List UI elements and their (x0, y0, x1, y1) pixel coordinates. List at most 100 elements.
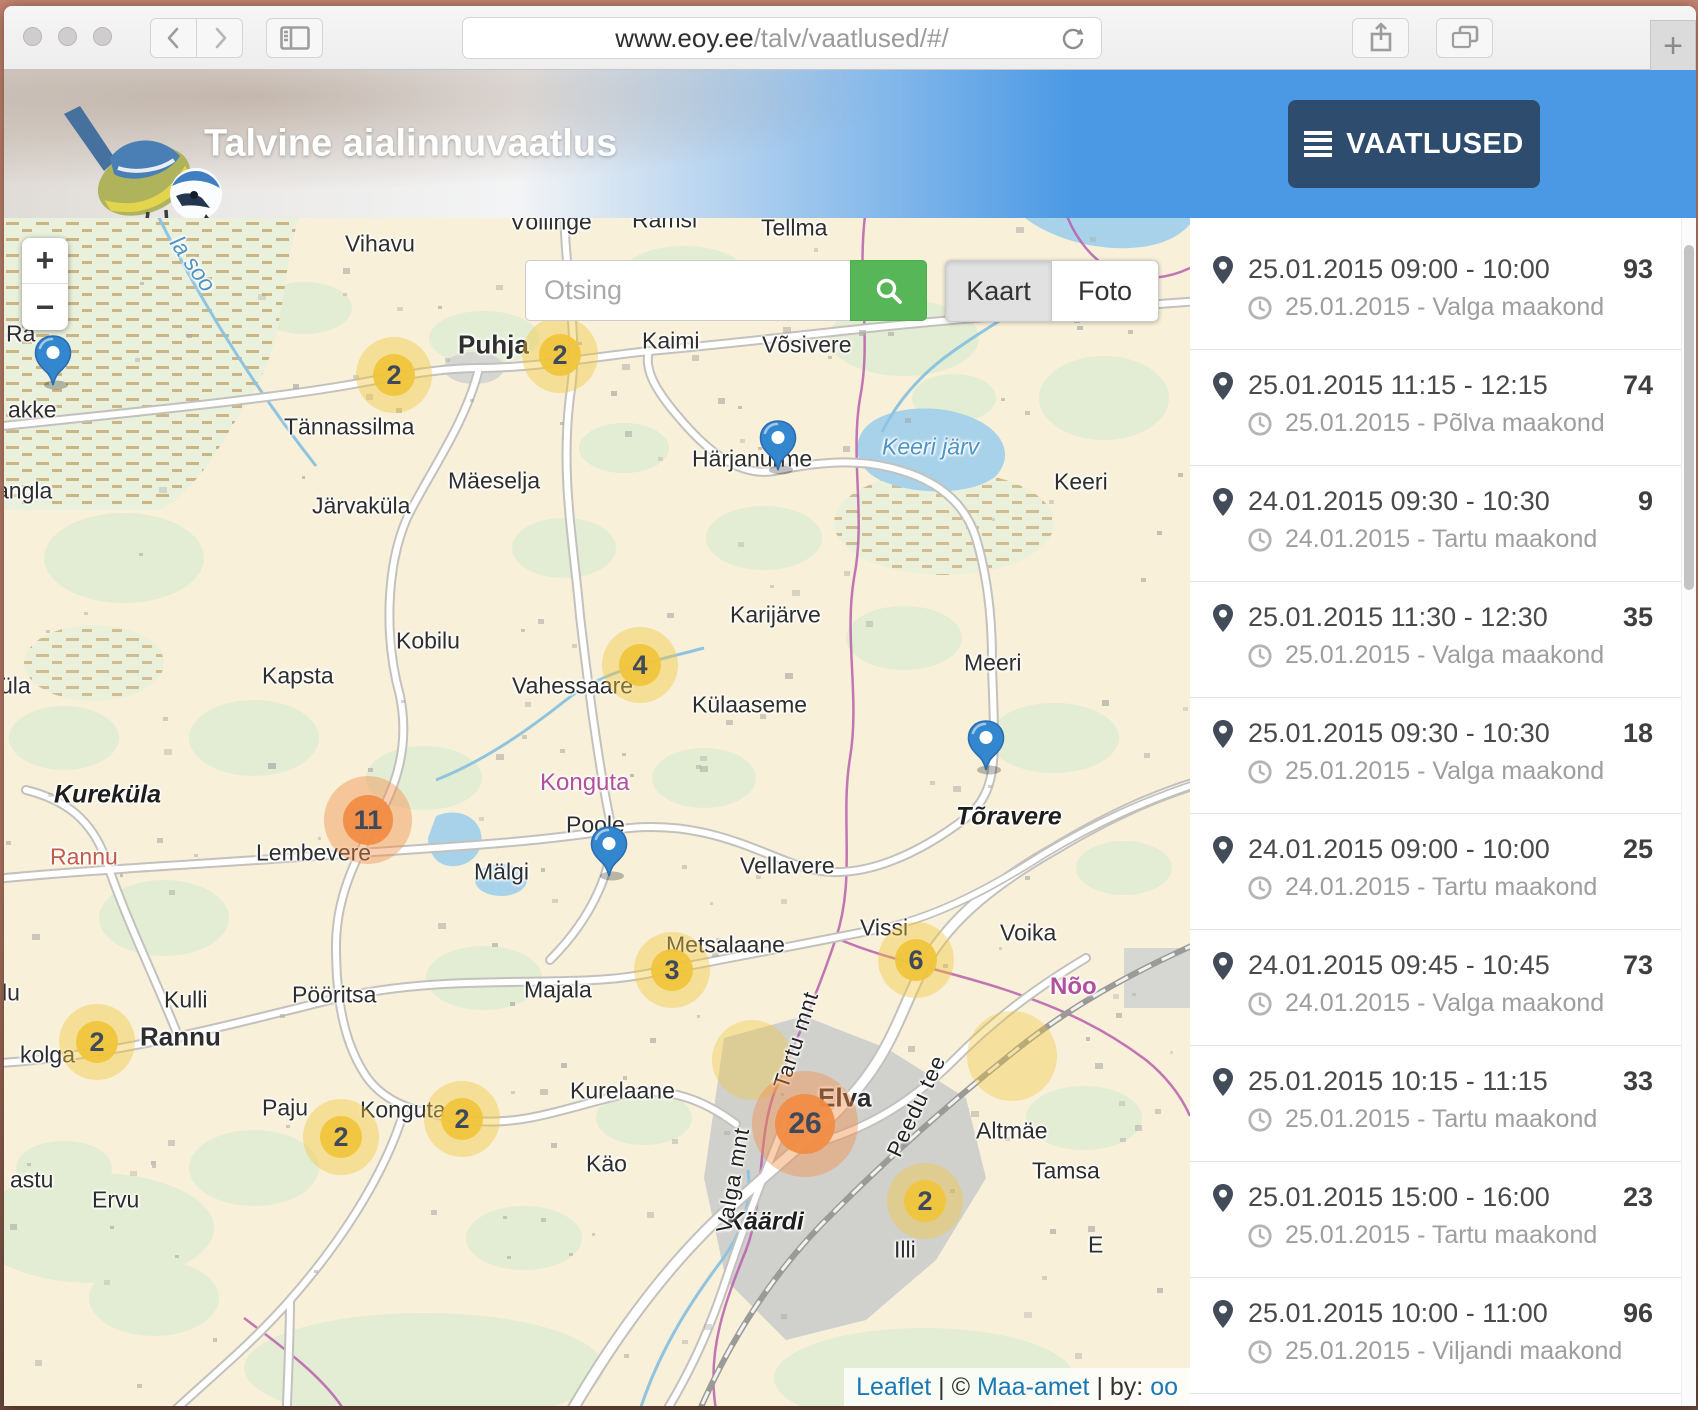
observation-title: 25.01.2015 11:15 - 12:15 (1248, 370, 1548, 401)
cluster-marker[interactable]: 2 (441, 1098, 483, 1140)
cluster-marker[interactable]: 4 (619, 644, 661, 686)
search-button[interactable] (850, 260, 927, 321)
traffic-light-zoom-button[interactable] (93, 27, 112, 46)
new-tab-button[interactable]: + (1650, 20, 1696, 70)
search-input[interactable] (525, 260, 850, 321)
foto-layer-button[interactable]: Foto (1052, 260, 1159, 322)
map-label: Konguta (540, 769, 629, 797)
map-label: Tamsa (1032, 1158, 1100, 1185)
forward-button[interactable] (196, 18, 243, 58)
cluster-marker[interactable]: 2 (373, 354, 415, 396)
location-pin-icon (1213, 604, 1233, 632)
observation-item[interactable]: 25.01.2015 11:15 - 12:15 74 25.01.2015 - P… (1190, 350, 1681, 466)
map-label: Nõo (1050, 973, 1097, 1001)
map-label: angla (4, 478, 52, 505)
layer-switcher: KaartFoto (945, 260, 1159, 322)
map-label: Külaaseme (692, 692, 807, 719)
map-label: Tõravere (956, 803, 1062, 832)
observation-title: 25.01.2015 11:30 - 12:30 (1248, 602, 1548, 633)
zoom-out-button[interactable]: − (22, 284, 68, 330)
cluster-marker[interactable]: 2 (904, 1180, 946, 1222)
share-button[interactable] (1352, 18, 1409, 58)
cluster-marker[interactable]: 2 (320, 1116, 362, 1158)
clock-icon (1248, 992, 1272, 1016)
observation-item[interactable]: 24.01.2015 09:00 - 10:002524.01.2015 - T… (1190, 814, 1681, 930)
sidebar-scrollbar[interactable] (1681, 218, 1696, 1406)
map-label: Kaimi (642, 328, 700, 355)
pin-marker[interactable] (588, 825, 630, 881)
observation-count: 33 (1623, 1066, 1653, 1097)
observation-item[interactable]: 25.01.2015 09:30 - 10:301825.01.2015 - V… (1190, 698, 1681, 814)
map-label: Mäeselja (448, 468, 540, 495)
map-label: Järvaküla (312, 493, 410, 520)
attribution-link[interactable]: Leaflet (856, 1373, 931, 1402)
map-label: üla (4, 673, 31, 700)
url-host: www.eoy.ee (615, 23, 753, 54)
location-pin-icon (1213, 1184, 1233, 1212)
observation-item[interactable]: 25.01.2015 10:15 - 11:153325.01.2015 - T… (1190, 1046, 1681, 1162)
chevron-left-icon (161, 23, 187, 53)
map-label: Illi (894, 1237, 916, 1264)
observation-subtitle: 25.01.2015 - Põlva maakond (1285, 409, 1605, 438)
traffic-light-close-button[interactable] (23, 27, 42, 46)
browser-toolbar: www.eoy.ee/talv/vaatlused/#/ + (4, 6, 1696, 70)
pin-marker[interactable] (965, 719, 1007, 775)
kaart-layer-button[interactable]: Kaart (945, 260, 1052, 322)
cluster-marker[interactable]: 2 (76, 1021, 118, 1063)
observation-item[interactable]: 24.01.2015 09:45 - 10:457324.01.2015 - V… (1190, 930, 1681, 1046)
map-zoom-control: + − (22, 238, 68, 330)
vaatlused-button[interactable]: VAATLUSED (1288, 100, 1540, 188)
reload-button[interactable] (1059, 25, 1087, 60)
attribution-link[interactable]: oo (1150, 1373, 1178, 1402)
cluster-marker[interactable]: 2 (539, 334, 581, 376)
observation-title: 24.01.2015 09:45 - 10:45 (1248, 950, 1550, 981)
cluster-marker[interactable]: 6 (895, 939, 937, 981)
map-label: Tännassilma (284, 414, 414, 441)
observation-title: 24.01.2015 09:30 - 10:30 (1248, 486, 1550, 517)
observation-subtitle: 24.01.2015 - Valga maakond (1285, 989, 1604, 1018)
cluster-marker[interactable]: 26 (775, 1094, 835, 1154)
zoom-in-button[interactable]: + (22, 238, 68, 284)
clock-icon (1248, 296, 1272, 320)
clock-icon (1248, 1224, 1272, 1248)
scrollbar-thumb[interactable] (1684, 245, 1694, 590)
sidebar-toggle-button[interactable] (266, 18, 323, 58)
cluster-marker[interactable]: 11 (343, 795, 393, 845)
map-label: Võsivere (762, 332, 851, 359)
pin-marker[interactable] (757, 419, 799, 475)
observation-count: 18 (1623, 718, 1653, 749)
observation-item[interactable]: 24.01.2015 09:30 - 10:30924.01.2015 - Ta… (1190, 466, 1681, 582)
observation-count: 74 (1623, 370, 1653, 401)
map-label: Tellma (761, 218, 827, 242)
map-label: Võllinge (510, 218, 592, 236)
page-title: Talvine aialinnuvaatlus (204, 123, 617, 166)
map-label: Rämsi (632, 218, 697, 234)
observation-title: 25.01.2015 10:00 - 11:00 (1248, 1298, 1548, 1329)
observation-item[interactable]: 25.01.2015 15:00 - 16:002325.01.2015 - T… (1190, 1162, 1681, 1278)
map-canvas[interactable]: VõllingeRämsiTellmaVihavula sooRaPuhjaKa… (4, 218, 1190, 1406)
back-button[interactable] (150, 18, 197, 58)
show-tabs-button[interactable] (1436, 18, 1493, 58)
map-label: Meeri (964, 650, 1022, 677)
traffic-light-minimize-button[interactable] (58, 27, 77, 46)
observation-item[interactable]: 25.01.2015 09:00 - 10:009325.01.2015 - V… (1190, 234, 1681, 350)
map-label: Kulli (164, 987, 207, 1014)
map-attribution: Leaflet | © Maa-amet | by: oo (844, 1368, 1190, 1406)
share-icon (1368, 22, 1394, 54)
url-field[interactable]: www.eoy.ee/talv/vaatlused/#/ (462, 17, 1102, 59)
pin-marker[interactable] (32, 334, 74, 390)
observation-subtitle: 25.01.2015 - Viljandi maakond (1285, 1337, 1622, 1366)
sidebar-icon (280, 26, 310, 50)
observation-item[interactable]: 25.01.2015 11:30 - 12:303525.01.2015 - V… (1190, 582, 1681, 698)
observation-item[interactable]: 25.01.2015 10:00 - 11:009625.01.2015 - V… (1190, 1278, 1681, 1394)
location-pin-icon (1213, 952, 1233, 980)
clock-icon (1248, 1108, 1272, 1132)
attribution-link[interactable]: Maa-amet (977, 1373, 1090, 1402)
map-label: Paju (262, 1095, 308, 1122)
location-pin-icon (1213, 1300, 1233, 1328)
observation-subtitle: 25.01.2015 - Valga maakond (1285, 641, 1604, 670)
map-label: Käo (586, 1151, 627, 1178)
cluster-marker[interactable]: 3 (651, 949, 693, 991)
observation-count: 25 (1623, 834, 1653, 865)
observation-title: 25.01.2015 09:00 - 10:00 (1248, 254, 1550, 285)
